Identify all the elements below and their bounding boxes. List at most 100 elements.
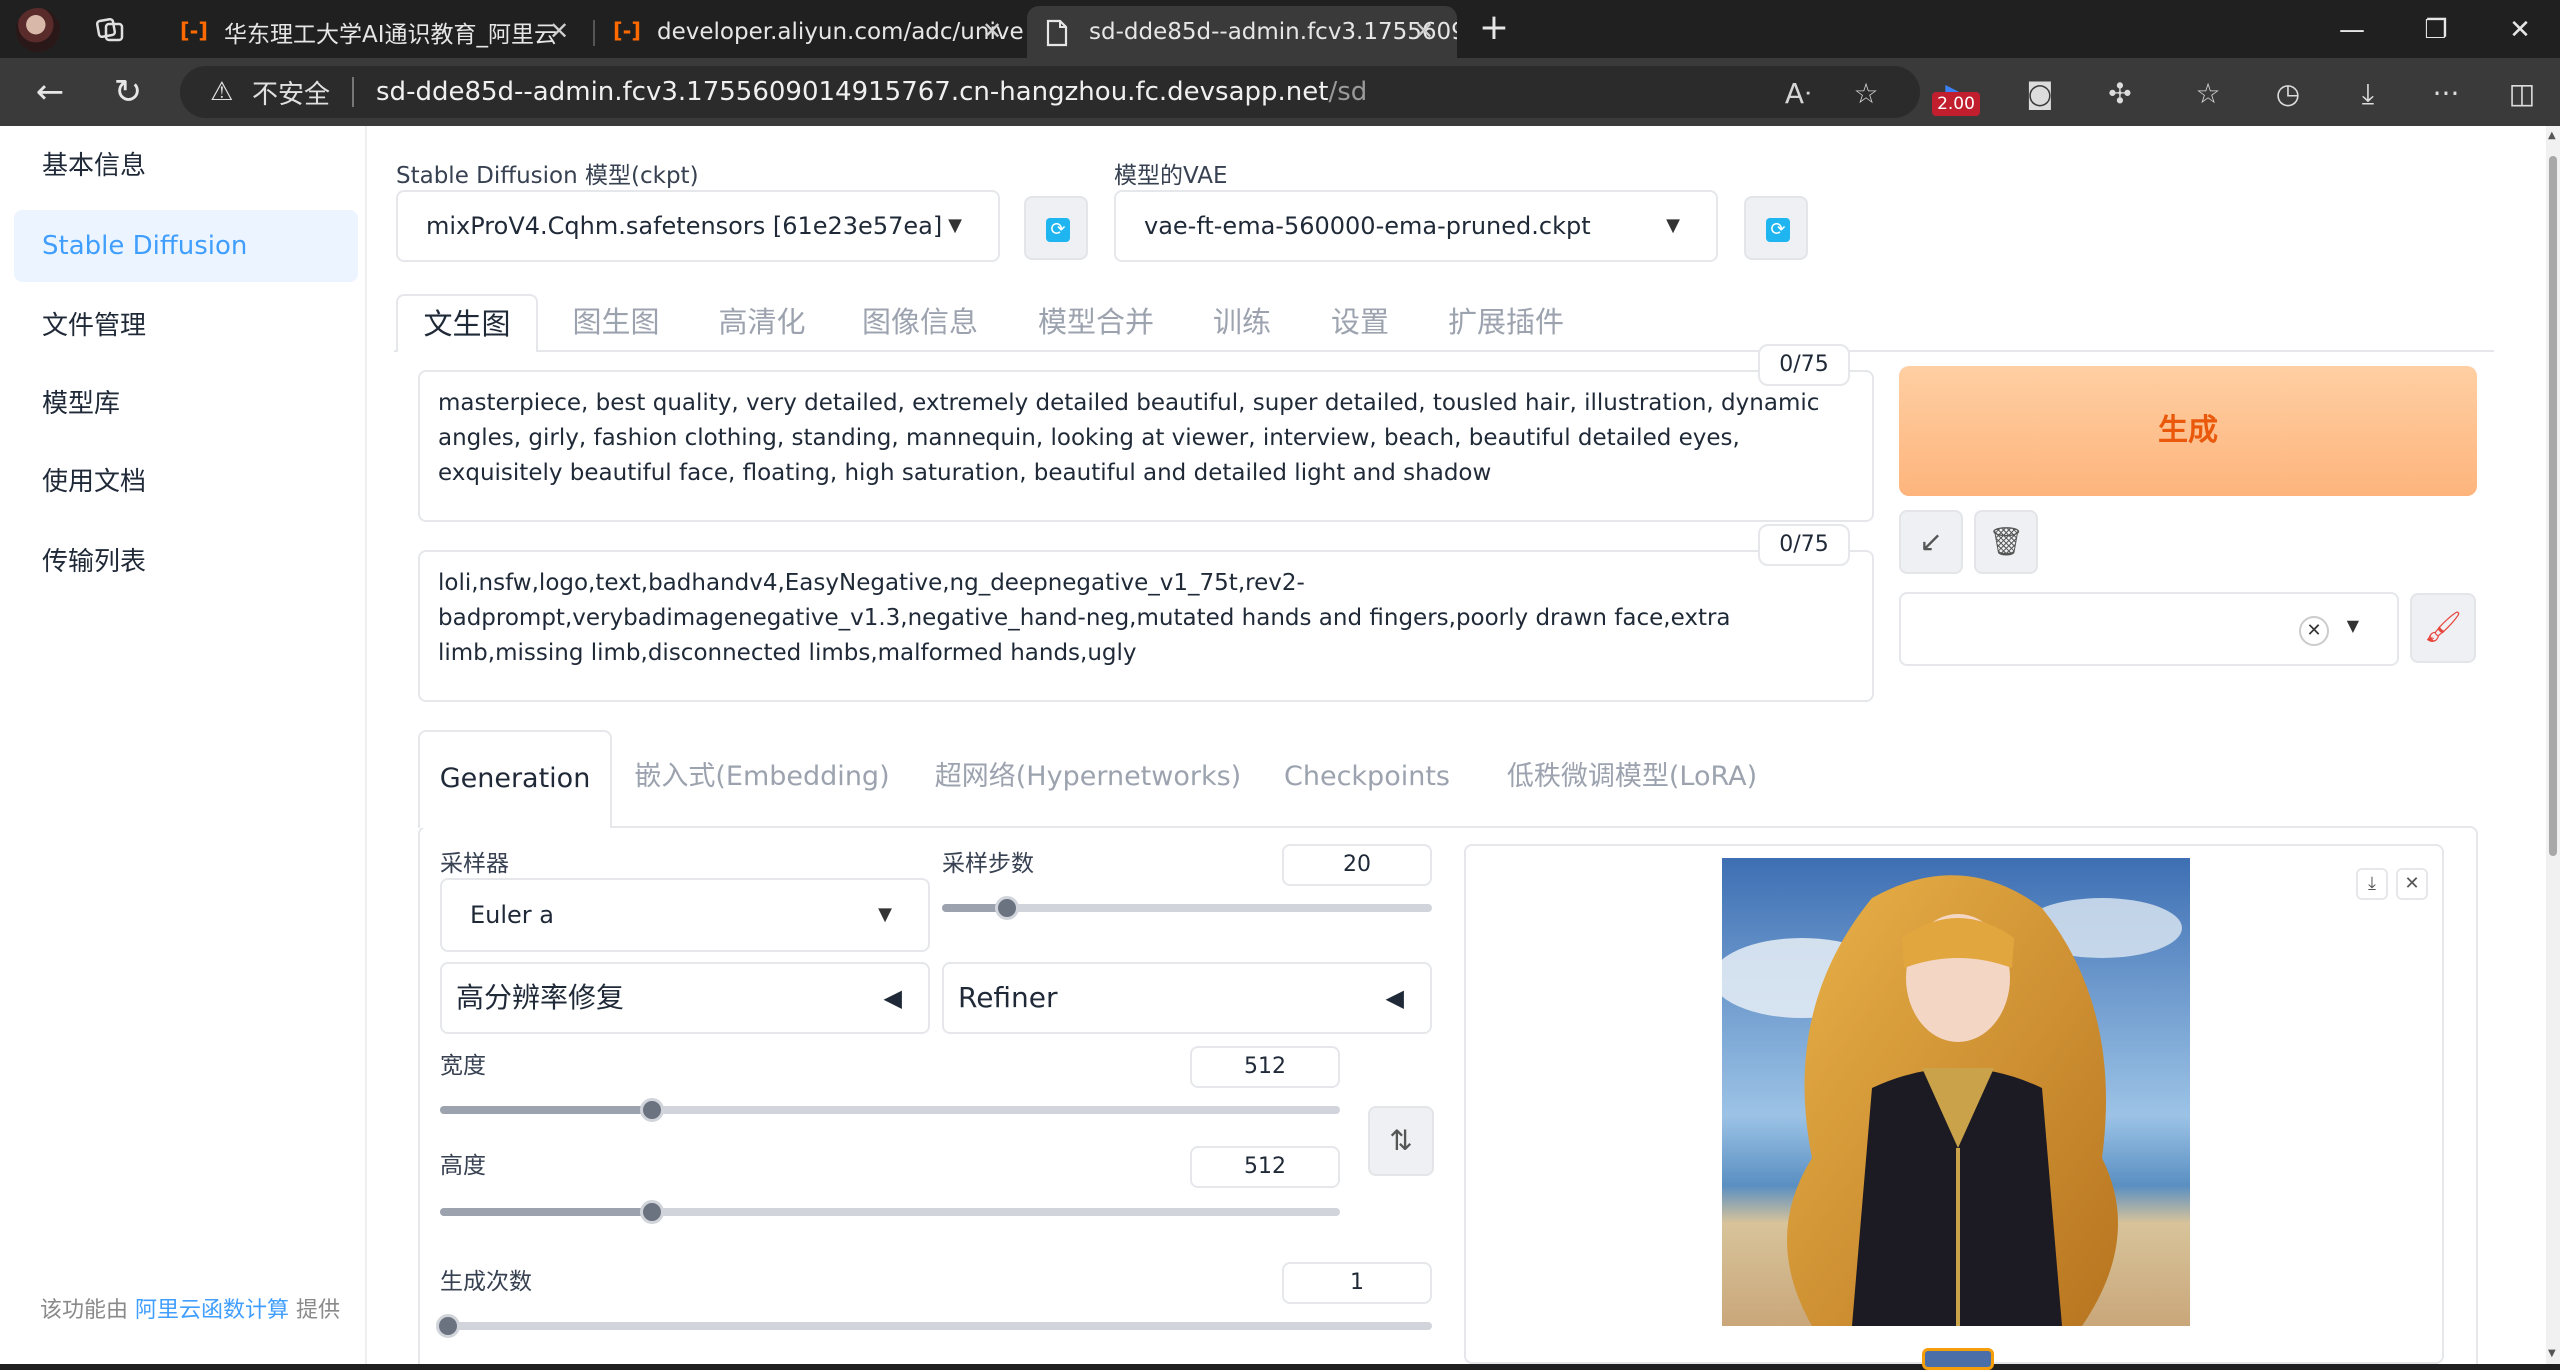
subtab-checkpoints[interactable]: Checkpoints [1278, 730, 1456, 826]
sidebar-item-model-library[interactable]: 模型库 [14, 368, 358, 440]
download-image-icon[interactable]: ⤓ [2356, 868, 2388, 900]
profile-avatar[interactable] [16, 8, 60, 52]
address-bar-row: ← ↻ ⚠ 不安全 sd-dde85d--admin.fcv3.17556090… [0, 58, 2560, 126]
workspaces-icon[interactable] [92, 14, 128, 46]
positive-token-counter: 0/75 [1758, 344, 1850, 386]
steps-label: 采样步数 [942, 851, 1034, 877]
refresh-ckpt-button[interactable]: ⟳ [1024, 196, 1088, 260]
tab-settings[interactable]: 设置 [1318, 294, 1402, 352]
batch-count-label: 生成次数 [440, 1269, 532, 1295]
chevron-down-icon: ▼ [2346, 616, 2359, 635]
tab-train[interactable]: 训练 [1200, 294, 1284, 352]
arrow-down-left-icon: ↙ [1919, 525, 1943, 558]
scroll-up-icon[interactable]: ▲ [2548, 130, 2558, 141]
page-icon [1045, 19, 1075, 47]
batch-count-slider[interactable] [436, 1314, 1432, 1338]
sidebar-item-transfer-list[interactable]: 传输列表 [14, 526, 358, 598]
security-label: 不安全 [252, 79, 331, 110]
batch-count-slider-handle[interactable] [436, 1314, 460, 1338]
read-aloud-icon[interactable]: Aᐧ [1776, 72, 1820, 116]
close-image-icon[interactable]: ✕ [2396, 868, 2428, 900]
minimize-icon[interactable]: — [2322, 10, 2382, 50]
close-window-icon[interactable]: ✕ [2490, 10, 2550, 50]
steps-slider-handle[interactable] [995, 896, 1020, 920]
triangle-left-icon: ◀ [1385, 984, 1404, 1012]
browser-tab-1[interactable]: [-] 华东理工大学AI通识教育_阿里云 ✕ [162, 6, 592, 58]
ckpt-select[interactable]: mixProV4.Cqhm.safetensors [61e23e57ea] ▼ [396, 190, 1000, 262]
tab-extensions[interactable]: 扩展插件 [1436, 294, 1576, 352]
reload-icon[interactable]: ↻ [106, 72, 150, 116]
swap-dimensions-button[interactable]: ⇅ [1368, 1106, 1434, 1176]
browser-tab-3[interactable]: sd-dde85d--admin.fcv3.1755609 ✕ [1027, 6, 1457, 58]
swap-arrows-icon: ⇅ [1389, 1124, 1413, 1157]
steps-slider[interactable] [942, 896, 1432, 920]
aliyun-fc-link[interactable]: 阿里云函数计算 [135, 1298, 289, 1323]
refiner-label: Refiner [958, 981, 1058, 1014]
close-icon[interactable]: ✕ [977, 16, 1007, 46]
extensions-puzzle-icon[interactable]: ✣ [2096, 70, 2144, 118]
more-menu-icon[interactable]: ··· [2422, 70, 2470, 118]
width-slider-handle[interactable] [639, 1098, 664, 1122]
subtab-lora[interactable]: 低秩微调模型(LoRA) [1486, 730, 1778, 826]
sidebar-item-file-manager[interactable]: 文件管理 [14, 290, 358, 362]
tab-upscale[interactable]: 高清化 [702, 294, 822, 352]
favorite-star-icon[interactable]: ☆ [1844, 72, 1888, 116]
scroll-down-icon[interactable]: ▼ [2548, 1348, 2558, 1359]
vae-value: vae-ft-ema-560000-ema-pruned.ckpt [1144, 212, 1591, 240]
read-params-button[interactable]: ↙ [1899, 510, 1963, 574]
height-input[interactable]: 512 [1190, 1146, 1340, 1188]
width-slider-fill [440, 1106, 652, 1114]
favorites-icon[interactable]: ☆ [2184, 70, 2232, 118]
steps-input[interactable]: 20 [1282, 844, 1432, 886]
tab-img2img[interactable]: 图生图 [556, 294, 676, 352]
refiner-accordion[interactable]: Refiner ◀ [942, 962, 1432, 1034]
styles-select[interactable]: ✕ ▼ [1899, 592, 2399, 666]
tab-txt2img[interactable]: 文生图 [396, 294, 538, 352]
hires-fix-accordion[interactable]: 高分辨率修复 ◀ [440, 962, 930, 1034]
scrollbar-thumb[interactable] [2549, 156, 2557, 856]
tab-title: 华东理工大学AI通识教育_阿里云 [224, 22, 558, 48]
sidebar-item-docs[interactable]: 使用文档 [14, 446, 358, 518]
new-tab-button[interactable]: + [1474, 10, 1514, 50]
height-slider[interactable] [440, 1200, 1340, 1224]
url-field[interactable]: ⚠ 不安全 sd-dde85d--admin.fcv3.175560901491… [180, 66, 1920, 118]
close-icon[interactable]: ✕ [1409, 16, 1439, 46]
sidebar: 基本信息 Stable Diffusion 文件管理 模型库 使用文档 传输列表… [0, 126, 367, 1364]
refresh-vae-button[interactable]: ⟳ [1744, 196, 1808, 260]
page-scrollbar[interactable]: ▲ ▼ [2546, 126, 2560, 1364]
extension-glasses-icon[interactable]: ◙ [2016, 70, 2064, 118]
sidebar-toggle-icon[interactable]: ◫ [2498, 70, 2546, 118]
width-slider[interactable] [440, 1098, 1340, 1122]
tab-model-merge[interactable]: 模型合并 [1026, 294, 1166, 352]
clear-icon[interactable]: ✕ [2299, 616, 2329, 646]
clear-prompt-button[interactable]: 🗑 [1974, 510, 2038, 574]
browser-tab-2[interactable]: [-] developer.aliyun.com/adc/univer ✕ [595, 6, 1025, 58]
hires-fix-label: 高分辨率修复 [456, 981, 625, 1014]
back-icon[interactable]: ← [28, 72, 72, 116]
height-slider-handle[interactable] [639, 1200, 664, 1224]
generate-button[interactable]: 生成 [1899, 366, 2477, 496]
tab-image-info[interactable]: 图像信息 [850, 294, 990, 352]
batch-count-input[interactable]: 1 [1282, 1262, 1432, 1304]
subtab-hypernetworks[interactable]: 超网络(Hypernetworks) [928, 730, 1248, 826]
vae-select[interactable]: vae-ft-ema-560000-ema-pruned.ckpt ▼ [1114, 190, 1718, 262]
negative-prompt-textarea[interactable]: loli,nsfw,logo,text,badhandv4,EasyNegati… [418, 550, 1874, 702]
sampler-select[interactable]: Euler a ▼ [440, 878, 930, 952]
download-icon[interactable]: ⤓ [2344, 70, 2392, 118]
close-icon[interactable]: ✕ [544, 16, 574, 46]
aliyun-icon: [-] [613, 19, 641, 43]
positive-prompt-textarea[interactable]: masterpiece, best quality, very detailed… [418, 370, 1874, 522]
history-icon[interactable]: ◷ [2264, 70, 2312, 118]
subtab-embedding[interactable]: 嵌入式(Embedding) [630, 730, 894, 826]
height-slider-fill [440, 1208, 652, 1216]
generated-image[interactable] [1722, 858, 2190, 1326]
subtab-generation[interactable]: Generation [418, 730, 612, 828]
apply-style-button[interactable]: 🖌 [2410, 593, 2476, 663]
restore-icon[interactable]: ❐ [2406, 10, 2466, 50]
sidebar-item-stable-diffusion[interactable]: Stable Diffusion [14, 210, 358, 282]
width-input[interactable]: 512 [1190, 1046, 1340, 1088]
sidebar-item-basic-info[interactable]: 基本信息 [14, 130, 358, 202]
image-thumbnail[interactable] [1922, 1348, 1994, 1370]
chevron-down-icon: ▼ [878, 904, 892, 925]
height-label: 高度 [440, 1153, 486, 1179]
